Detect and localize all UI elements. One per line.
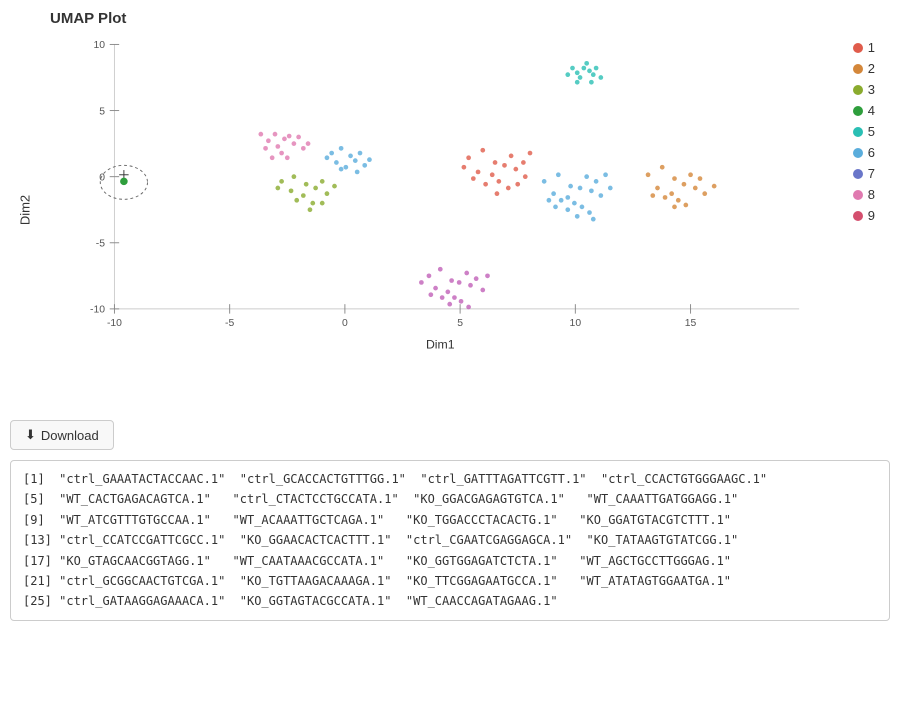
legend-label-3: 3: [868, 82, 875, 97]
legend-label-5: 5: [868, 124, 875, 139]
download-label: Download: [41, 428, 99, 443]
main-container: UMAP Plot Dim2 -10 -5 0: [0, 0, 901, 631]
plot-area: UMAP Plot Dim2 -10 -5 0: [10, 10, 880, 410]
legend-dot-8: [853, 190, 863, 200]
output-line-7: [25] "ctrl_GATAAGGAGAAACA.1" "KO_GGTAGTA…: [23, 591, 877, 611]
output-line-5: [17] "KO_GTAGCAACGGTAGG.1" "WT_CAATAAACG…: [23, 551, 877, 571]
legend-item-3: 3: [853, 82, 875, 97]
output-box: [1] "ctrl_GAAATACTACCAAC.1" "ctrl_GCACCA…: [10, 460, 890, 621]
output-line-1: [1] "ctrl_GAAATACTACCAAC.1" "ctrl_GCACCA…: [23, 469, 877, 489]
svg-text:5: 5: [457, 318, 463, 329]
legend-dot-3: [853, 85, 863, 95]
legend-dot-2: [853, 64, 863, 74]
svg-text:Dim1: Dim1: [426, 338, 455, 352]
download-icon: ⬇: [25, 427, 36, 443]
plot-title: UMAP Plot: [50, 10, 126, 27]
plot-legend: 1 2 3 4 5 6 7: [853, 40, 875, 223]
legend-label-6: 6: [868, 145, 875, 160]
output-line-2: [5] "WT_CACTGAGACAGTCA.1" "ctrl_CTACTCCT…: [23, 489, 877, 509]
legend-label-2: 2: [868, 61, 875, 76]
legend-dot-5: [853, 127, 863, 137]
legend-label-7: 7: [868, 166, 875, 181]
plot-svg-container: -10 -5 0 5 10 15 10: [30, 35, 860, 375]
legend-dot-6: [853, 148, 863, 158]
svg-text:0: 0: [342, 318, 348, 329]
output-line-6: [21] "ctrl_GCGGCAACTGTCGA.1" "KO_TGTTAAG…: [23, 571, 877, 591]
legend-dot-9: [853, 211, 863, 221]
svg-text:10: 10: [570, 318, 582, 329]
umap-plot-svg: -10 -5 0 5 10 15 10: [30, 35, 860, 375]
legend-item-6: 6: [853, 145, 875, 160]
output-line-3: [9] "WT_ATCGTTTGTGCCAA.1" "WT_ACAAATTGCT…: [23, 510, 877, 530]
legend-item-7: 7: [853, 166, 875, 181]
legend-item-2: 2: [853, 61, 875, 76]
legend-item-5: 5: [853, 124, 875, 139]
legend-dot-4: [853, 106, 863, 116]
legend-label-4: 4: [868, 103, 875, 118]
legend-label-9: 9: [868, 208, 875, 223]
svg-text:-5: -5: [225, 318, 234, 329]
svg-text:15: 15: [685, 318, 697, 329]
legend-item-1: 1: [853, 40, 875, 55]
svg-text:-5: -5: [96, 239, 105, 250]
legend-item-9: 9: [853, 208, 875, 223]
svg-text:5: 5: [99, 106, 105, 117]
legend-dot-1: [853, 43, 863, 53]
output-line-4: [13] "ctrl_CCATCCGATTCGCC.1" "KO_GGAACAC…: [23, 530, 877, 550]
legend-label-1: 1: [868, 40, 875, 55]
svg-text:-10: -10: [90, 305, 105, 316]
legend-item-4: 4: [853, 103, 875, 118]
svg-text:-10: -10: [107, 318, 122, 329]
legend-label-8: 8: [868, 187, 875, 202]
download-button[interactable]: ⬇ Download: [10, 420, 114, 450]
legend-dot-7: [853, 169, 863, 179]
legend-item-8: 8: [853, 187, 875, 202]
svg-text:10: 10: [93, 40, 105, 51]
